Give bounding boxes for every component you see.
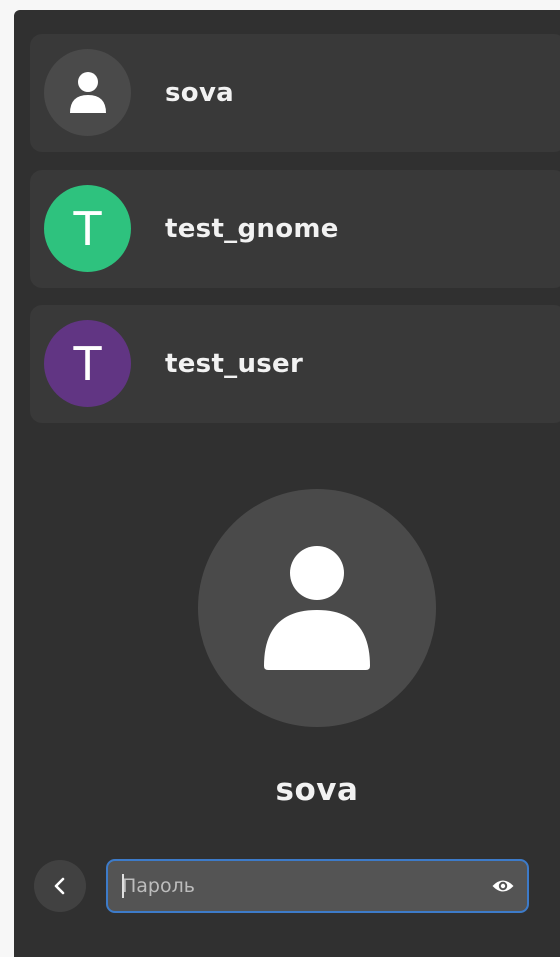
chevron-left-icon [54, 877, 65, 895]
user-row-sova[interactable]: sova [30, 34, 560, 152]
avatar: T [44, 320, 131, 407]
login-panel: sova T test_gnome T test_user sova [14, 10, 560, 957]
user-name: test_user [165, 349, 304, 379]
person-icon [69, 71, 106, 113]
user-name: test_gnome [165, 214, 339, 244]
avatar [44, 49, 131, 136]
back-button[interactable] [34, 860, 86, 912]
password-input[interactable] [108, 861, 482, 911]
user-row-test-user[interactable]: T test_user [30, 305, 560, 423]
selected-user-avatar [198, 489, 436, 727]
avatar-letter: T [73, 201, 102, 256]
avatar-letter: T [73, 336, 102, 391]
user-row-test-gnome[interactable]: T test_gnome [30, 170, 560, 288]
eye-icon [492, 880, 514, 892]
user-name: sova [165, 78, 235, 108]
reveal-password-button[interactable] [489, 872, 517, 900]
avatar: T [44, 185, 131, 272]
text-caret [122, 874, 124, 898]
password-field[interactable] [106, 859, 529, 913]
selected-user-name: sova [275, 772, 359, 808]
person-icon [264, 546, 370, 670]
